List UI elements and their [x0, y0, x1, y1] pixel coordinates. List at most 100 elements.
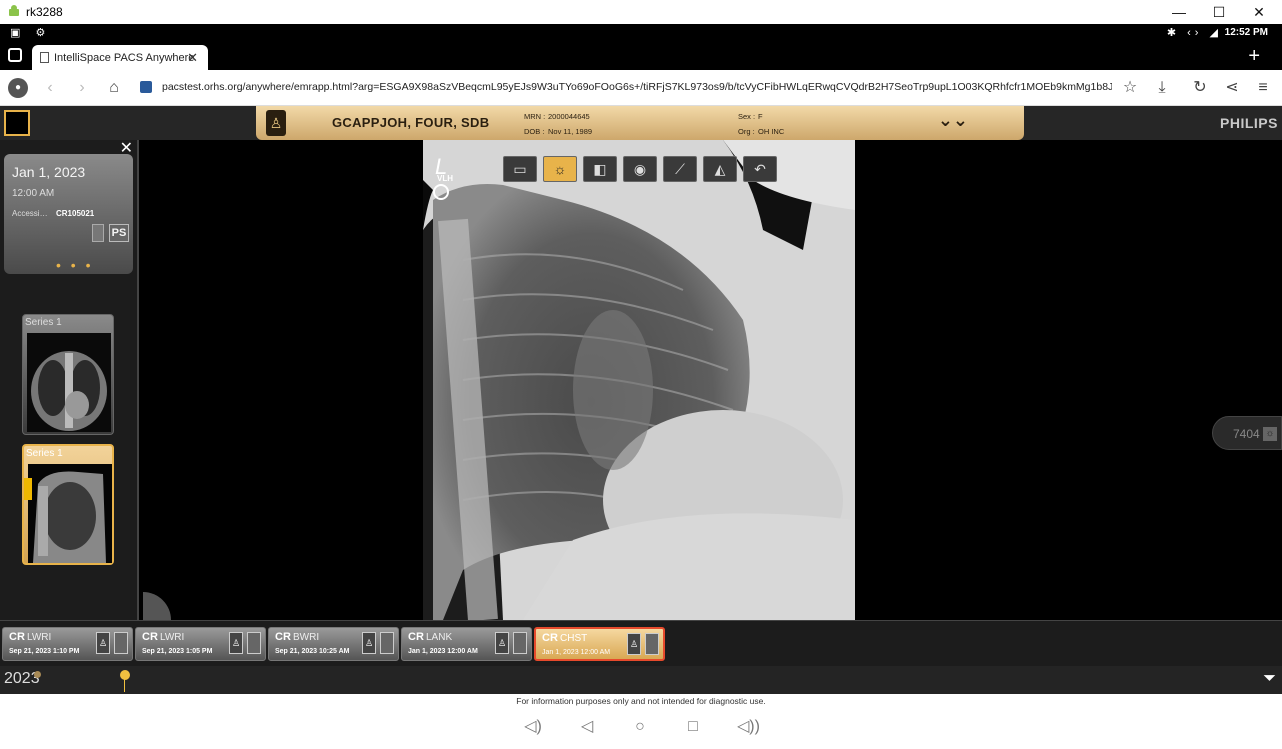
study-desc: LWRI: [160, 632, 185, 643]
series-label: Series 1: [25, 317, 62, 328]
download-icon[interactable]: ⤓: [1152, 78, 1172, 98]
nav-home-icon[interactable]: ○: [631, 718, 649, 736]
orientation-marker: L VLH: [433, 154, 453, 200]
accession-value: CR105021: [56, 209, 95, 218]
tab-strip: IntelliSpace PACS Anywhere ✕ +: [0, 42, 1282, 70]
patient-icon: ♙: [362, 632, 376, 654]
series-thumbnail[interactable]: Series 1: [22, 314, 114, 435]
study-datetime: Sep 21, 2023 1:05 PM: [142, 648, 213, 655]
angle-tool-icon[interactable]: ◭: [703, 156, 737, 182]
study-item[interactable]: CR BWRI Sep 21, 2023 10:25 AM ♙: [268, 627, 399, 661]
close-window-button[interactable]: ✕: [1244, 1, 1274, 23]
report-icon: [380, 632, 394, 654]
study-item[interactable]: CR LANK Jan 1, 2023 12:00 AM ♙: [401, 627, 532, 661]
sex-label: Sex :: [738, 112, 756, 121]
patient-name: GCAPPJOH, FOUR, SDB: [332, 115, 490, 130]
org-label: Org :: [738, 127, 755, 136]
study-item[interactable]: CR LWRI Sep 21, 2023 1:05 PM ♙: [135, 627, 266, 661]
chest-lateral-thumbnail: [28, 464, 112, 563]
url-field[interactable]: pacstest.orhs.org/anywhere/emrapp.html?a…: [162, 81, 1112, 93]
minimize-button[interactable]: —: [1164, 1, 1194, 23]
reload-icon[interactable]: ↻: [1190, 78, 1210, 98]
study-desc: BWRI: [293, 632, 320, 643]
brightness-tool-icon[interactable]: ☼: [543, 156, 577, 182]
volume-up-icon[interactable]: ◁)): [737, 718, 760, 736]
dob-label: DOB :: [524, 127, 545, 136]
study-modality: CR: [408, 631, 424, 643]
image-viewer[interactable]: L VLH ▭ ☼ ◧ ◉ ⟋ ◭ ↶ 7404 ☼: [143, 140, 1282, 620]
xray-image[interactable]: [423, 140, 855, 620]
menu-icon[interactable]: ≡: [1253, 78, 1273, 98]
patient-icon: ♙: [266, 110, 286, 136]
corner-handle-icon[interactable]: [143, 592, 171, 620]
android-nav-bar: ◁) ◁ ○ □ ◁)): [0, 708, 1282, 749]
report-icon[interactable]: [92, 224, 104, 242]
patient-icon: ♙: [627, 633, 641, 655]
sex-value: F: [758, 112, 763, 121]
ps-button[interactable]: PS: [109, 224, 129, 242]
pacs-app: ♙ GCAPPJOH, FOUR, SDB MRN : 2000044645 D…: [0, 106, 1282, 708]
study-strip: CR LWRI Sep 21, 2023 1:10 PM ♙ CR LWRI S…: [0, 620, 1282, 666]
window-level-tool-icon[interactable]: ◧: [583, 156, 617, 182]
study-item-active[interactable]: CR CHST Jan 1, 2023 12:00 AM ♙: [534, 627, 665, 661]
timeline[interactable]: 2023 ⏷: [0, 666, 1282, 694]
tab-title: IntelliSpace PACS Anywhere: [54, 52, 195, 64]
layout-toggle-button[interactable]: [4, 110, 30, 136]
mrn-value: 2000044645: [548, 112, 590, 121]
timeline-year-dot: [34, 671, 41, 678]
marker-circle-icon: [433, 184, 449, 200]
dob-value: Nov 11, 1989: [548, 127, 593, 136]
profile-avatar[interactable]: ●: [8, 78, 28, 98]
more-dots[interactable]: • • •: [56, 257, 93, 273]
bookmark-star-icon[interactable]: ☆: [1120, 78, 1140, 98]
volume-down-icon[interactable]: ◁): [524, 718, 542, 736]
page-icon: [40, 52, 49, 63]
report-icon: [513, 632, 527, 654]
window-level-panel[interactable]: 7404 ☼: [1212, 416, 1282, 450]
nav-recents-icon[interactable]: □: [684, 718, 702, 736]
address-bar: ● ‹ › ⌂ pacstest.orhs.org/anywhere/emrap…: [0, 70, 1282, 106]
close-tab-icon[interactable]: ✕: [187, 50, 198, 66]
study-card[interactable]: Jan 1, 2023 12:00 AM Accessi… CR105021 P…: [4, 154, 133, 274]
patient-banner[interactable]: ♙ GCAPPJOH, FOUR, SDB MRN : 2000044645 D…: [256, 106, 1024, 140]
forward-button[interactable]: ›: [72, 78, 92, 98]
selection-marker: [24, 478, 32, 500]
measure-line-tool-icon[interactable]: ⟋: [663, 156, 697, 182]
window-title-bar: rk3288 — ☐ ✕: [0, 0, 1282, 24]
report-icon: [645, 633, 659, 655]
series-label: Series 1: [26, 448, 63, 459]
philips-logo: PHILIPS: [1220, 115, 1278, 131]
home-button[interactable]: ⌂: [104, 78, 124, 98]
filter-icon[interactable]: ⏷: [1263, 670, 1276, 688]
report-icon: [247, 632, 261, 654]
timeline-marker[interactable]: [120, 670, 130, 680]
android-icon: [8, 5, 20, 18]
new-tab-button[interactable]: +: [1248, 45, 1260, 68]
study-datetime: Jan 1, 2023 12:00 AM: [542, 649, 611, 656]
app-header: ♙ GCAPPJOH, FOUR, SDB MRN : 2000044645 D…: [0, 106, 1282, 140]
series-thumbnail-selected[interactable]: Series 1: [22, 444, 114, 565]
site-info-icon[interactable]: [140, 81, 152, 93]
study-modality: CR: [275, 631, 291, 643]
reset-tool-icon[interactable]: ↶: [743, 156, 777, 182]
window-level-value: 7404: [1233, 427, 1260, 441]
expand-chevron-icon[interactable]: ⌄⌄: [938, 110, 968, 131]
invert-tool-icon[interactable]: ◉: [623, 156, 657, 182]
study-item[interactable]: CR LWRI Sep 21, 2023 1:10 PM ♙: [2, 627, 133, 661]
maximize-button[interactable]: ☐: [1204, 1, 1234, 23]
status-bar: ▣ ⚙ ✱ ‹› ◢ 12:52 PM: [0, 24, 1282, 42]
layout-tool-icon[interactable]: ▭: [503, 156, 537, 182]
share-icon[interactable]: ⋖: [1222, 78, 1242, 98]
nav-back-icon[interactable]: ◁: [578, 718, 596, 736]
back-button[interactable]: ‹: [40, 78, 60, 98]
tab-switcher-icon[interactable]: [8, 48, 22, 62]
study-modality: CR: [542, 632, 558, 644]
chest-pa-thumbnail: [27, 333, 111, 432]
mrn-label: MRN :: [524, 112, 546, 121]
study-modality: CR: [142, 631, 158, 643]
browser-tab[interactable]: IntelliSpace PACS Anywhere ✕: [32, 45, 208, 70]
patient-icon: ♙: [96, 632, 110, 654]
org-value: OH INC: [758, 127, 785, 136]
study-sidebar: ✕ Jan 1, 2023 12:00 AM Accessi… CR105021…: [0, 140, 139, 620]
study-desc: LANK: [426, 632, 453, 643]
